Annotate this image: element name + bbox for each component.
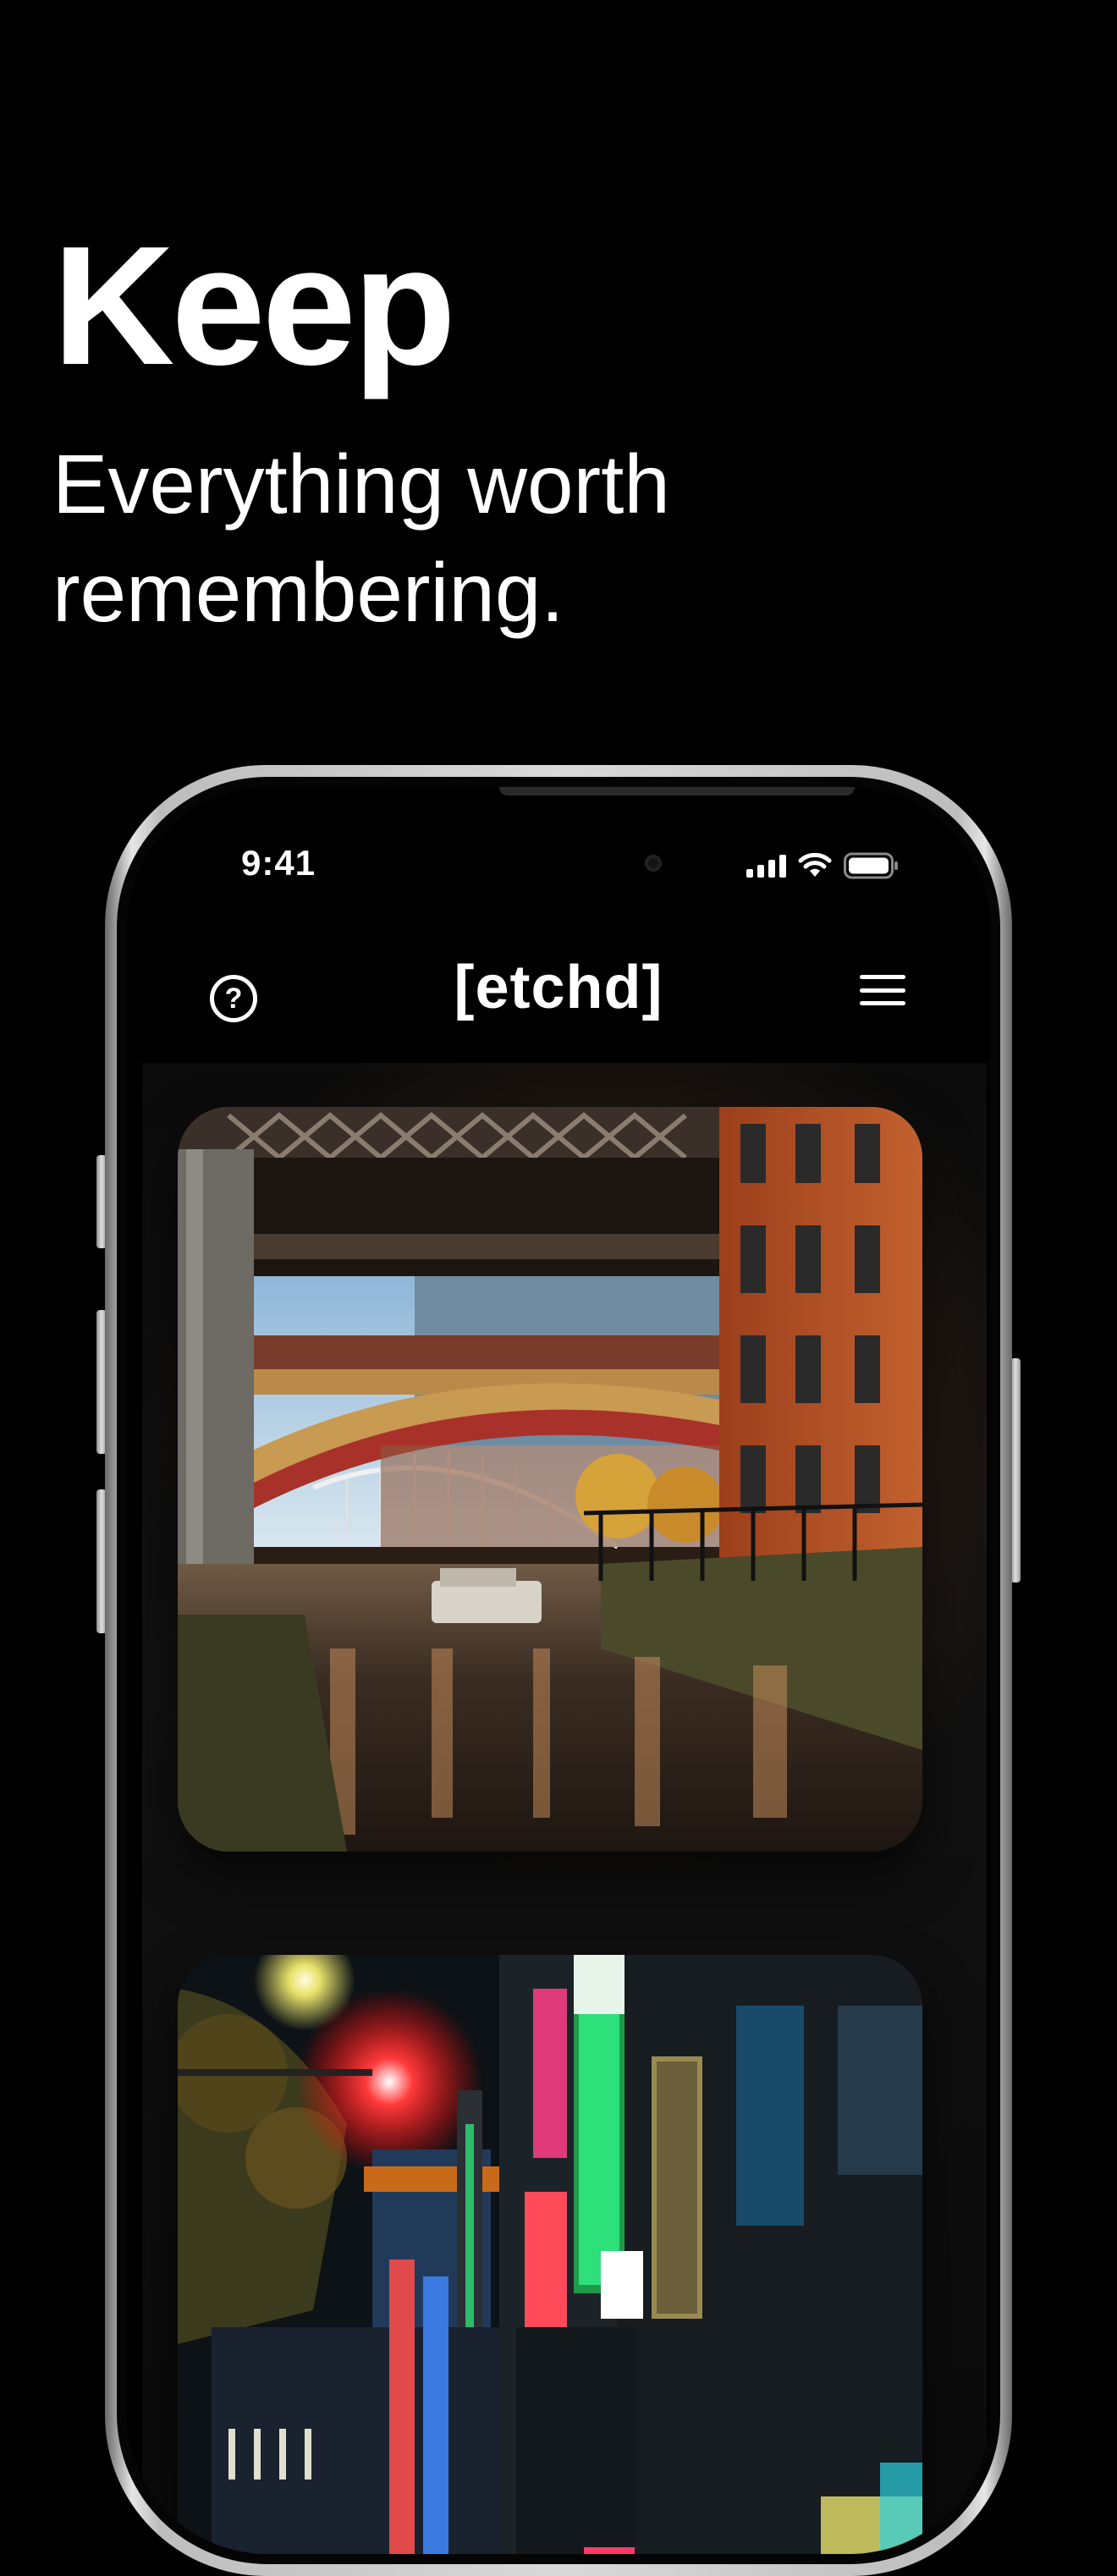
neon-street-photo[interactable]: [178, 1955, 922, 2554]
status-icons: [746, 851, 900, 880]
canal-bridge-photo[interactable]: [178, 1107, 922, 1852]
battery-icon: [844, 852, 900, 879]
signal-icon: [746, 854, 786, 878]
front-camera: [645, 855, 662, 872]
hamburger-menu-icon[interactable]: [860, 975, 905, 1005]
promo-headline: Keep: [52, 212, 456, 400]
phone-bezel: 9:41 ? [etchd]: [117, 777, 1000, 2564]
phone-speaker-grille: [499, 787, 855, 795]
status-time: 9:41: [241, 843, 316, 883]
phone-screen: 9:41 ? [etchd]: [127, 787, 990, 2554]
promo-subheadline: Everything worth remembering.: [52, 438, 670, 639]
wifi-icon: [798, 853, 832, 878]
phone-frame: 9:41 ? [etchd]: [105, 765, 1012, 2576]
photo-feed[interactable]: [142, 1063, 987, 2554]
